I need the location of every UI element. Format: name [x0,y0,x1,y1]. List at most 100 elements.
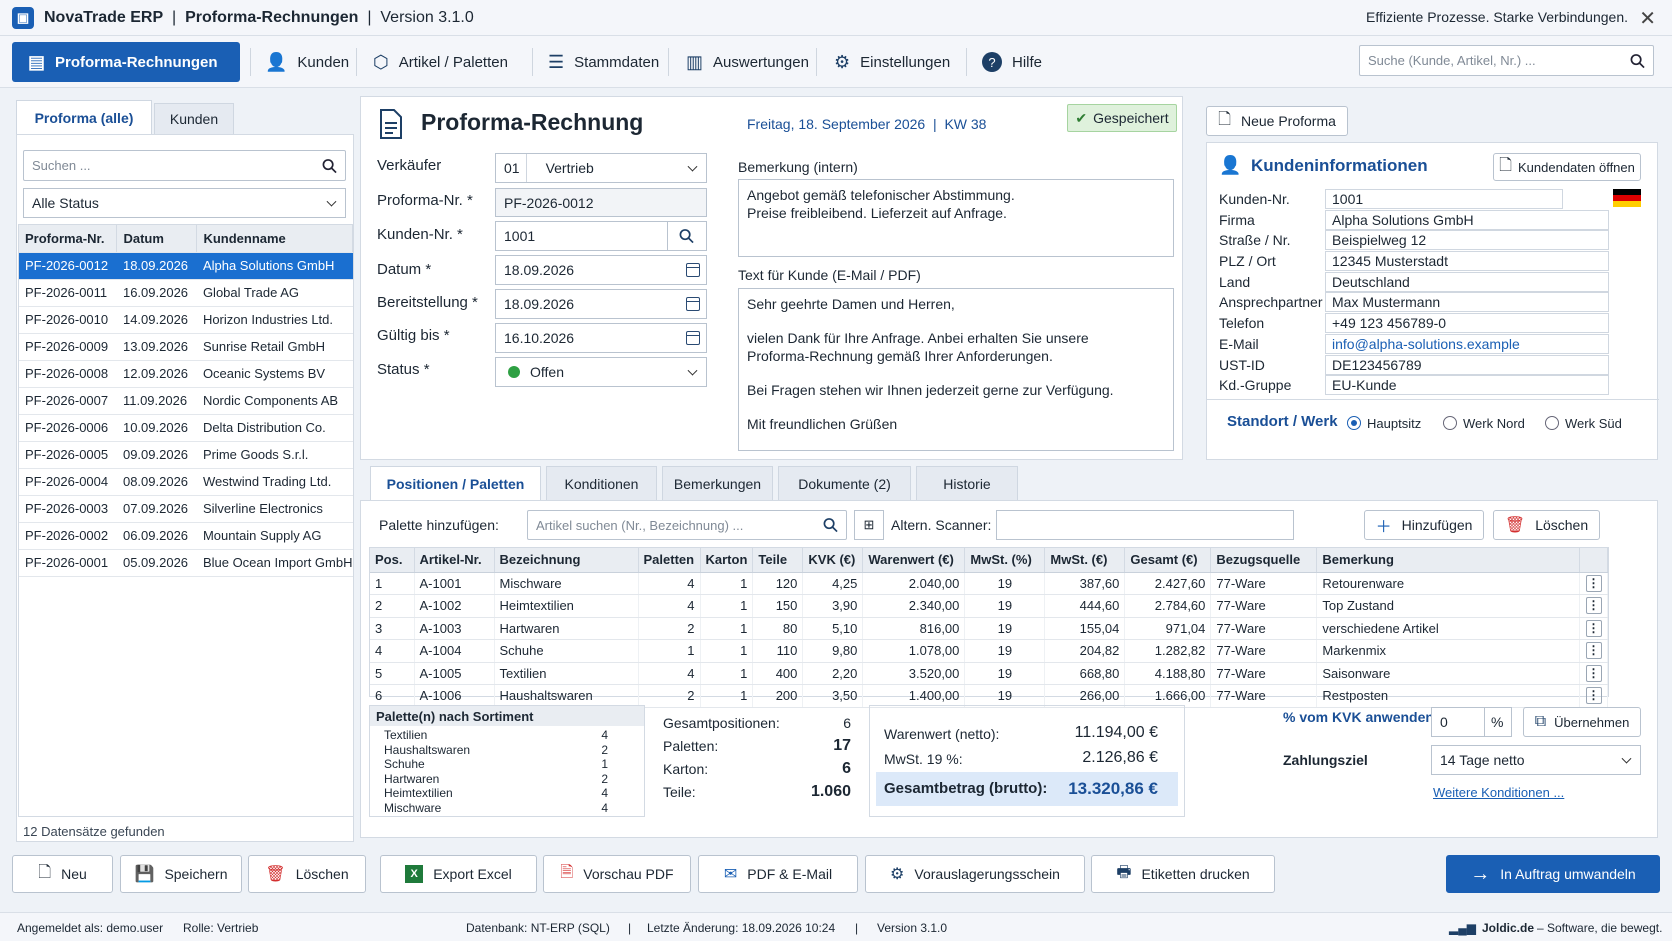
column-header[interactable]: MwSt. (%) [964,548,1046,573]
bereitstellung-field[interactable]: 18.09.2026 [495,289,707,319]
new-button[interactable]: 🗋 Neu [12,855,113,893]
customer-field-value[interactable]: 1001 [1325,189,1563,209]
site-radio-sued[interactable]: Werk Süd [1545,416,1622,431]
column-header[interactable]: Warenwert (€) [862,548,966,573]
nav-einstellungen[interactable]: ⚙ Einstellungen [834,42,950,82]
kunden-nr-field[interactable]: 1001 [495,221,668,251]
kvk-input[interactable]: 0 [1431,707,1485,737]
column-header[interactable]: Paletten [638,548,701,573]
column-header[interactable]: Artikel-Nr. [414,548,495,573]
more-conditions-link[interactable]: Weitere Konditionen ... [1433,785,1564,800]
table-row[interactable]: PF-2026-0005 09.09.2026 Prime Goods S.r.l. [19,441,353,469]
new-proforma-button[interactable]: 🗋 Neue Proforma [1206,106,1348,136]
calendar-icon[interactable] [686,297,700,311]
nav-proforma[interactable]: ▤ Proforma-Rechnungen [12,42,240,82]
table-row[interactable]: 2 A-1002 Heimtextilien 4 1 150 3,90 2.340,00 19 4… [370,594,1608,618]
col-datum[interactable]: Datum [116,225,198,253]
customer-field-value[interactable]: info@alpha-solutions.example [1325,333,1609,354]
tab-positionen[interactable]: Positionen / Paletten [370,466,541,500]
close-icon[interactable]: ✕ [1639,6,1656,31]
site-radio-hauptsitz[interactable]: Hauptsitz [1347,416,1421,431]
tab-historie[interactable]: Historie [916,466,1018,500]
customer-text-textarea[interactable]: Sehr geehrte Damen und Herren, vielen Da… [738,288,1174,451]
customer-field-value[interactable]: Beispielweg 12 [1325,230,1609,251]
global-search-input[interactable]: Suche (Kunde, Artikel, Nr.) ... [1359,45,1654,76]
table-row[interactable]: PF-2026-0009 13.09.2026 Sunrise Retail Gmb… [19,333,353,361]
print-labels-button[interactable]: 🖶 Etiketten drucken [1091,855,1275,893]
table-row[interactable]: 5 A-1005 Textilien 4 1 400 2,20 3.520,00 19 668,8… [370,662,1608,685]
column-header[interactable]: Teile [752,548,804,573]
table-row[interactable]: PF-2026-0001 05.09.2026 Blue Ocean Import … [19,549,353,577]
customer-field-value[interactable]: Alpha Solutions GmbH [1325,209,1609,230]
column-header[interactable]: Bezugsquelle [1210,548,1318,573]
pdf-email-button[interactable]: ✉ PDF & E-Mail [698,855,858,893]
more-options-icon[interactable]: ⋮ [1585,574,1602,592]
customer-field-value[interactable]: Deutschland [1325,271,1609,292]
col-proforma-nr[interactable]: Proforma-Nr. [19,225,118,253]
tab-konditionen[interactable]: Konditionen [546,466,657,500]
column-header[interactable]: Pos. [370,548,415,573]
export-excel-button[interactable]: X Export Excel [380,855,537,893]
proforma-nr-field[interactable]: PF-2026-0012 [495,188,707,217]
scanner-icon[interactable]: ⊞ [854,510,884,540]
table-row[interactable]: 1 A-1001 Mischware 4 1 120 4,25 2.040,00 19 387,6… [370,572,1608,595]
apply-button[interactable]: ⧉ Übernehmen [1523,707,1641,737]
customer-field-value[interactable]: +49 123 456789-0 [1325,313,1609,334]
table-row[interactable]: 3 A-1003 Hartwaren 2 1 80 5,10 816,00 19 155,04 97… [370,617,1608,640]
table-row[interactable]: PF-2026-0008 12.09.2026 Oceanic Systems BV [19,360,353,388]
column-header[interactable]: MwSt. (€) [1044,548,1126,573]
scanner-input[interactable] [996,510,1294,540]
preview-pdf-button[interactable]: 🗎 Vorschau PDF [543,855,691,893]
column-header[interactable]: Bemerkung [1316,548,1580,573]
tab-kunden[interactable]: Kunden [154,103,234,134]
table-row[interactable]: PF-2026-0007 11.09.2026 Nordic Components … [19,387,353,415]
prestorage-button[interactable]: ⚙ Vorauslagerungsschein [865,855,1085,893]
calendar-icon[interactable] [686,331,700,345]
nav-kunden[interactable]: 👤 Kunden [265,42,349,82]
table-row[interactable]: PF-2026-0012 18.09.2026 Alpha Solutions Gm… [19,252,353,280]
column-header[interactable]: Bezeichnung [494,548,639,573]
more-options-icon[interactable]: ⋮ [1585,642,1602,660]
save-button[interactable]: 💾 Speichern [120,855,242,893]
status-select[interactable]: Offen [495,357,707,387]
tab-dokumente[interactable]: Dokumente (2) [778,466,911,500]
customer-field-value[interactable]: EU-Kunde [1325,375,1609,396]
term-select[interactable]: 14 Tage netto [1431,745,1641,775]
internal-remark-textarea[interactable]: Angebot gemäß telefonischer Abstimmung. P… [738,179,1174,257]
nav-hilfe[interactable]: ? Hilfe [982,42,1042,82]
calendar-icon[interactable] [686,263,700,277]
more-options-icon[interactable]: ⋮ [1585,619,1602,637]
table-row[interactable]: PF-2026-0011 16.09.2026 Global Trade AG [19,279,353,307]
column-header[interactable]: Gesamt (€) [1124,548,1212,573]
column-header[interactable]: Karton [700,548,754,573]
customer-field-value[interactable]: DE123456789 [1325,354,1609,375]
more-options-icon[interactable]: ⋮ [1585,687,1602,705]
site-radio-nord[interactable]: Werk Nord [1443,416,1525,431]
add-position-button[interactable]: ＋ Hinzufügen [1364,510,1484,540]
article-search-input[interactable]: Artikel suchen (Nr., Bezeichnung) ... [527,510,847,540]
customer-field-value[interactable]: 12345 Musterstadt [1325,251,1609,272]
customer-field-value[interactable]: Max Mustermann [1325,292,1609,313]
table-row[interactable]: 4 A-1004 Schuhe 1 1 110 9,80 1.078,00 19 204,82 1.… [370,639,1608,663]
gueltig-bis-field[interactable]: 16.10.2026 [495,323,707,353]
more-options-icon[interactable]: ⋮ [1585,597,1602,615]
delete-button[interactable]: 🗑 Löschen [248,855,366,893]
tab-proforma-alle[interactable]: Proforma (alle) [16,100,152,134]
list-search-input[interactable]: Suchen ... [23,150,346,181]
more-options-icon[interactable]: ⋮ [1585,664,1602,682]
nav-artikel[interactable]: ⬡ Artikel / Paletten [373,42,508,82]
kunden-search-button[interactable] [667,221,707,251]
table-row[interactable]: PF-2026-0003 07.09.2026 Silverline Electro… [19,495,353,523]
table-row[interactable]: PF-2026-0002 06.09.2026 Mountain Supply AG [19,522,353,550]
nav-stammdaten[interactable]: ☰ Stammdaten [548,42,659,82]
datum-field[interactable]: 18.09.2026 [495,255,707,285]
col-kundenname[interactable]: Kundenname [196,225,353,253]
column-header[interactable]: KVK (€) [802,548,864,573]
seller-select[interactable]: 01 Vertrieb [495,153,707,183]
status-filter-select[interactable]: Alle Status [23,188,346,218]
tab-bemerkungen[interactable]: Bemerkungen [662,466,773,500]
table-row[interactable]: PF-2026-0004 08.09.2026 Westwind Trading L… [19,468,353,496]
nav-auswertungen[interactable]: ▥ Auswertungen [686,42,809,82]
table-row[interactable]: 6 A-1006 Haushaltswaren 2 1 200 3,50 1.400,00 19… [370,684,1608,708]
table-row[interactable]: PF-2026-0010 14.09.2026 Horizon Industries… [19,306,353,334]
